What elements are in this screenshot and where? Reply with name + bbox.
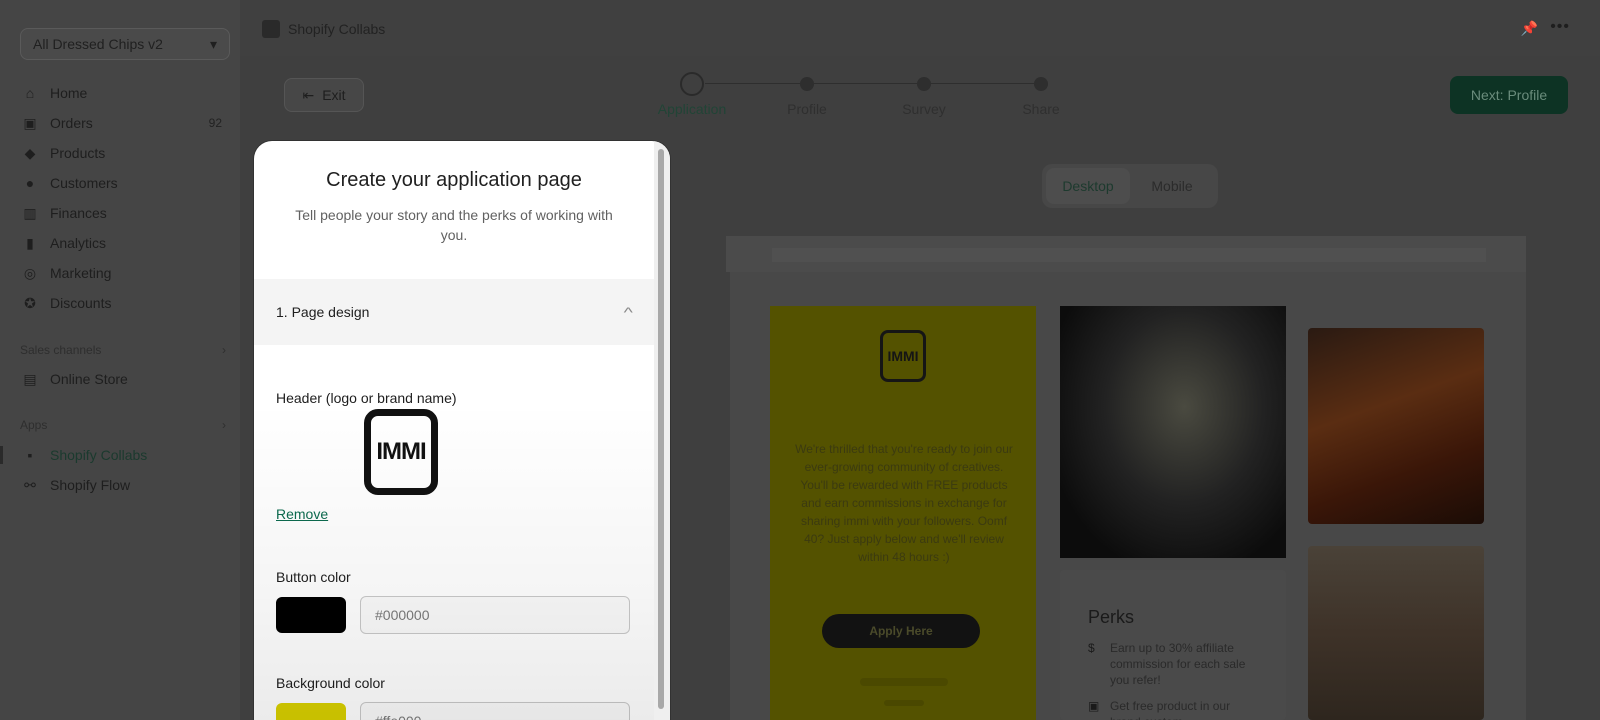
scrollbar-thumb[interactable] (658, 149, 664, 709)
bank-icon: ▥ (23, 204, 37, 221)
sidebar-item-analytics[interactable]: ▮ Analytics (20, 228, 226, 258)
sidebar-item-marketing[interactable]: ◎ Marketing (20, 258, 226, 288)
panel-shade (254, 401, 654, 720)
home-icon: ⌂ (25, 85, 35, 101)
preview-intro-text: We're thrilled that you're ready to join… (795, 442, 1013, 564)
main-nav: ⌂ Home ▣ Orders 92 ◆ Products ● Customers ▥ Fi… (20, 78, 226, 318)
apps-nav: ▪ Shopify Collabs ⚯ Shopify Flow (20, 440, 226, 500)
dollar-icon: $ (1088, 641, 1095, 655)
panel-scrollbar[interactable] (654, 141, 670, 720)
gift-icon: ▣ (1088, 699, 1100, 713)
sales-channels-heading[interactable]: Sales channels › (20, 343, 226, 357)
preview-footer-text (860, 678, 948, 686)
store-name: All Dressed Chips v2 (33, 36, 163, 52)
perk-item: ▣ Get free product in our brand custom (1088, 698, 1264, 720)
sidebar-item-products[interactable]: ◆ Products (20, 138, 226, 168)
remove-logo-link[interactable]: Remove (276, 506, 328, 522)
woman-eating-photo (1308, 328, 1484, 524)
man-eating-photo (1308, 546, 1484, 720)
page-design-accordion[interactable]: 1. Page design ^ (254, 279, 654, 345)
channels-nav: ▤ Online Store (20, 364, 226, 394)
sidebar-item-customers[interactable]: ● Customers (20, 168, 226, 198)
active-indicator (0, 446, 3, 464)
discount-icon: ✪ (24, 294, 36, 311)
preview-url-bar (772, 248, 1486, 262)
sidebar-item-online-store[interactable]: ▤ Online Store (20, 364, 226, 394)
pin-icon[interactable]: 📌 (1521, 20, 1538, 37)
step-survey-label[interactable]: Survey (902, 101, 946, 117)
sidebar-item-shopify-flow[interactable]: ⚯ Shopify Flow (20, 470, 226, 500)
preview-brand-logo: IMMI (880, 330, 926, 382)
exit-icon: ⇤ (302, 86, 315, 103)
collabs-icon: ▪ (27, 447, 33, 463)
exit-button[interactable]: ⇤ Exit (284, 78, 364, 112)
tab-desktop[interactable]: Desktop (1046, 168, 1130, 204)
background-color-swatch[interactable] (276, 703, 346, 720)
perks-title: Perks (1088, 607, 1135, 627)
more-options-icon[interactable]: ••• (1550, 18, 1570, 36)
tag-icon: ◆ (24, 144, 36, 161)
device-toggle: Desktop Mobile (1042, 164, 1218, 208)
step-profile-label[interactable]: Profile (787, 101, 827, 117)
step-share-dot (1034, 77, 1048, 91)
panel-subtitle: Tell people your story and the perks of … (295, 207, 613, 243)
step-survey-dot (917, 77, 931, 91)
apply-here-button[interactable]: Apply Here (822, 614, 980, 648)
sidebar-item-discounts[interactable]: ✪ Discounts (20, 288, 226, 318)
background-color-label: Background color (276, 675, 385, 691)
apps-heading[interactable]: Apps › (20, 418, 226, 432)
flow-icon: ⚯ (24, 476, 36, 493)
chevron-right-icon: › (222, 343, 226, 357)
application-page-panel: Create your application page Tell people… (254, 141, 670, 720)
perk-item: $ Earn up to 30% affiliate commission fo… (1088, 641, 1246, 687)
chevron-right-icon: › (222, 418, 226, 432)
step-profile-dot (800, 77, 814, 91)
chevron-down-icon: ▾ (209, 35, 217, 52)
button-color-swatch[interactable] (276, 597, 346, 633)
top-bar (240, 0, 1600, 56)
person-icon: ● (25, 175, 35, 191)
button-color-input[interactable] (360, 596, 630, 634)
sidebar-item-home[interactable]: ⌂ Home (20, 78, 226, 108)
background-color-input[interactable] (360, 702, 630, 720)
bar-chart-icon: ▮ (26, 234, 34, 251)
sidebar-item-shopify-collabs[interactable]: ▪ Shopify Collabs (20, 440, 226, 470)
store-selector[interactable]: All Dressed Chips v2 ▾ (20, 28, 230, 60)
orders-icon: ▣ (23, 114, 37, 131)
step-application-dot (680, 72, 704, 96)
collabs-app-icon (262, 20, 280, 38)
orders-count-badge: 92 (208, 116, 222, 130)
stepper-line (705, 83, 1035, 84)
noodle-photo (1060, 306, 1286, 558)
step-application-label[interactable]: Application (658, 101, 727, 117)
target-icon: ◎ (23, 264, 37, 281)
next-profile-button[interactable]: Next: Profile (1450, 76, 1568, 114)
panel-title: Create your application page (326, 169, 582, 191)
sidebar-item-orders[interactable]: ▣ Orders 92 (20, 108, 226, 138)
preview-footer-link (884, 700, 924, 706)
app-title: Shopify Collabs (262, 20, 385, 38)
store-icon: ▤ (23, 370, 37, 387)
header-field-label: Header (logo or brand name) (276, 390, 457, 406)
chevron-up-icon: ^ (624, 304, 634, 320)
button-color-label: Button color (276, 569, 351, 585)
step-share-label[interactable]: Share (1022, 101, 1059, 117)
sidebar-item-finances[interactable]: ▥ Finances (20, 198, 226, 228)
tab-mobile[interactable]: Mobile (1130, 168, 1214, 204)
uploaded-logo: IMMI (364, 409, 438, 495)
